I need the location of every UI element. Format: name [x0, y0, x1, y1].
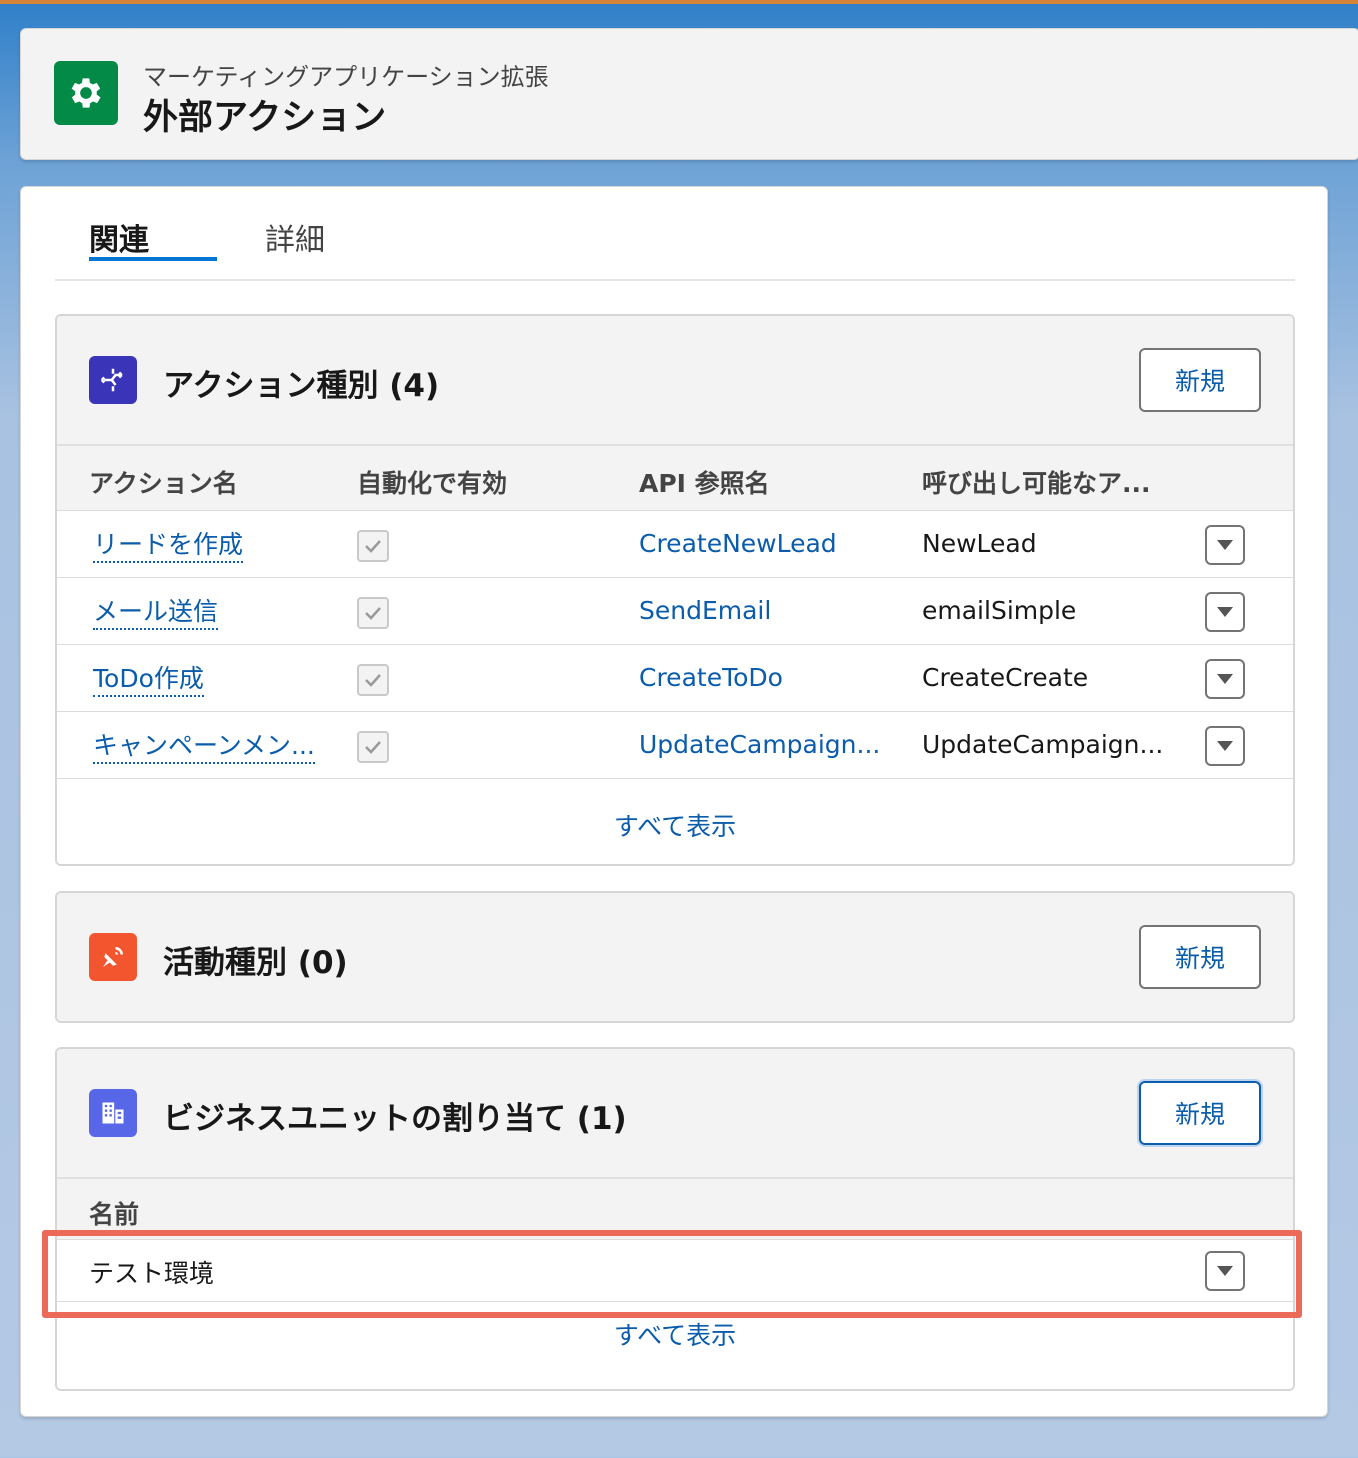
row-actions-button[interactable]: [1205, 1251, 1245, 1291]
tab-bar: 関連 詳細: [55, 187, 1295, 281]
api-name-link[interactable]: CreateNewLead: [639, 529, 837, 558]
tab-related-label: 関連: [89, 223, 149, 258]
checkmark-icon: [365, 674, 381, 687]
related-list-title: 活動種別 (0): [163, 945, 348, 981]
tab-related[interactable]: 関連: [89, 215, 217, 261]
column-header-action-name[interactable]: アクション名: [89, 464, 238, 500]
column-header-api-name[interactable]: API 参照名: [639, 464, 770, 500]
active-tab-indicator: [89, 257, 217, 261]
related-panel: 関連 詳細 アクション種別 (4) 新規 アクション名 自動化で有効 API 参…: [20, 186, 1328, 1417]
column-header-name[interactable]: 名前: [89, 1195, 139, 1231]
action-name-link[interactable]: キャンペーンメン...: [93, 726, 315, 764]
related-list-business-units: ビジネスユニットの割り当て (1) 新規 名前 テスト環境 すべて表示: [55, 1047, 1295, 1391]
checkmark-icon: [365, 741, 381, 754]
business-unit-name: テスト環境: [89, 1259, 215, 1288]
related-list-action-types: アクション種別 (4) 新規 アクション名 自動化で有効 API 参照名 呼び出…: [55, 314, 1295, 866]
row-actions-button[interactable]: [1205, 592, 1245, 632]
checkmark-icon: [365, 540, 381, 553]
related-list-title: アクション種別 (4): [163, 368, 440, 404]
enabled-checkbox: [357, 530, 389, 562]
table-row: テスト環境: [57, 1239, 1293, 1301]
view-all-footer: すべて表示: [57, 778, 1293, 864]
table-header: 名前: [57, 1177, 1293, 1239]
related-list-activity-types: 活動種別 (0) 新規: [55, 891, 1295, 1023]
chevron-down-icon: [1217, 1266, 1233, 1276]
checkmark-icon: [365, 607, 381, 620]
related-list-header: ビジネスユニットの割り当て (1) 新規: [57, 1049, 1293, 1177]
enabled-checkbox: [357, 664, 389, 696]
table-row: リードを作成 CreateNewLead NewLead: [57, 510, 1293, 577]
table-row: キャンペーンメン... UpdateCampaign... UpdateCamp…: [57, 711, 1293, 778]
row-actions-button[interactable]: [1205, 726, 1245, 766]
invocable-value: NewLead: [922, 529, 1037, 558]
row-actions-button[interactable]: [1205, 525, 1245, 565]
chevron-down-icon: [1217, 540, 1233, 550]
invocable-value: CreateCreate: [922, 663, 1089, 692]
related-list-header: アクション種別 (4) 新規: [57, 316, 1293, 444]
action-name-link[interactable]: メール送信: [93, 592, 219, 630]
chevron-down-icon: [1217, 607, 1233, 617]
related-list-title: ビジネスユニットの割り当て (1): [163, 1101, 627, 1137]
api-name-link[interactable]: CreateToDo: [639, 663, 783, 692]
action-name-link[interactable]: リードを作成: [93, 525, 244, 563]
enabled-checkbox: [357, 597, 389, 629]
record-header: マーケティングアプリケーション拡張 外部アクション: [20, 28, 1358, 160]
page-title: 外部アクション: [143, 98, 387, 138]
invocable-value: UpdateCampaign...: [922, 730, 1164, 759]
view-all-link[interactable]: すべて表示: [57, 807, 1293, 843]
new-business-unit-button[interactable]: 新規: [1139, 1081, 1261, 1145]
new-action-type-button[interactable]: 新規: [1139, 348, 1261, 412]
gear-icon: [54, 61, 118, 125]
new-activity-type-button[interactable]: 新規: [1139, 925, 1261, 989]
column-header-invocable[interactable]: 呼び出し可能なア...: [922, 464, 1151, 500]
satellite-icon: [89, 933, 137, 981]
column-header-enabled[interactable]: 自動化で有効: [357, 464, 507, 500]
api-name-link[interactable]: SendEmail: [639, 596, 771, 625]
table-row: メール送信 SendEmail emailSimple: [57, 577, 1293, 644]
action-name-link[interactable]: ToDo作成: [93, 659, 204, 697]
tab-detail[interactable]: 詳細: [265, 215, 325, 259]
top-accent-stripe: [0, 0, 1358, 4]
record-type-label: マーケティングアプリケーション拡張: [143, 63, 549, 91]
invocable-value: emailSimple: [922, 596, 1077, 625]
related-list-header: 活動種別 (0) 新規: [57, 893, 1293, 1021]
api-name-link[interactable]: UpdateCampaign...: [639, 730, 880, 759]
enabled-checkbox: [357, 731, 389, 763]
row-actions-button[interactable]: [1205, 659, 1245, 699]
chevron-down-icon: [1217, 741, 1233, 751]
flow-icon: [89, 356, 137, 404]
table-row: ToDo作成 CreateToDo CreateCreate: [57, 644, 1293, 711]
table-header: アクション名 自動化で有効 API 参照名 呼び出し可能なア...: [57, 444, 1293, 510]
chevron-down-icon: [1217, 674, 1233, 684]
view-all-link[interactable]: すべて表示: [57, 1316, 1293, 1352]
view-all-footer: すべて表示: [57, 1301, 1293, 1389]
building-icon: [89, 1089, 137, 1137]
